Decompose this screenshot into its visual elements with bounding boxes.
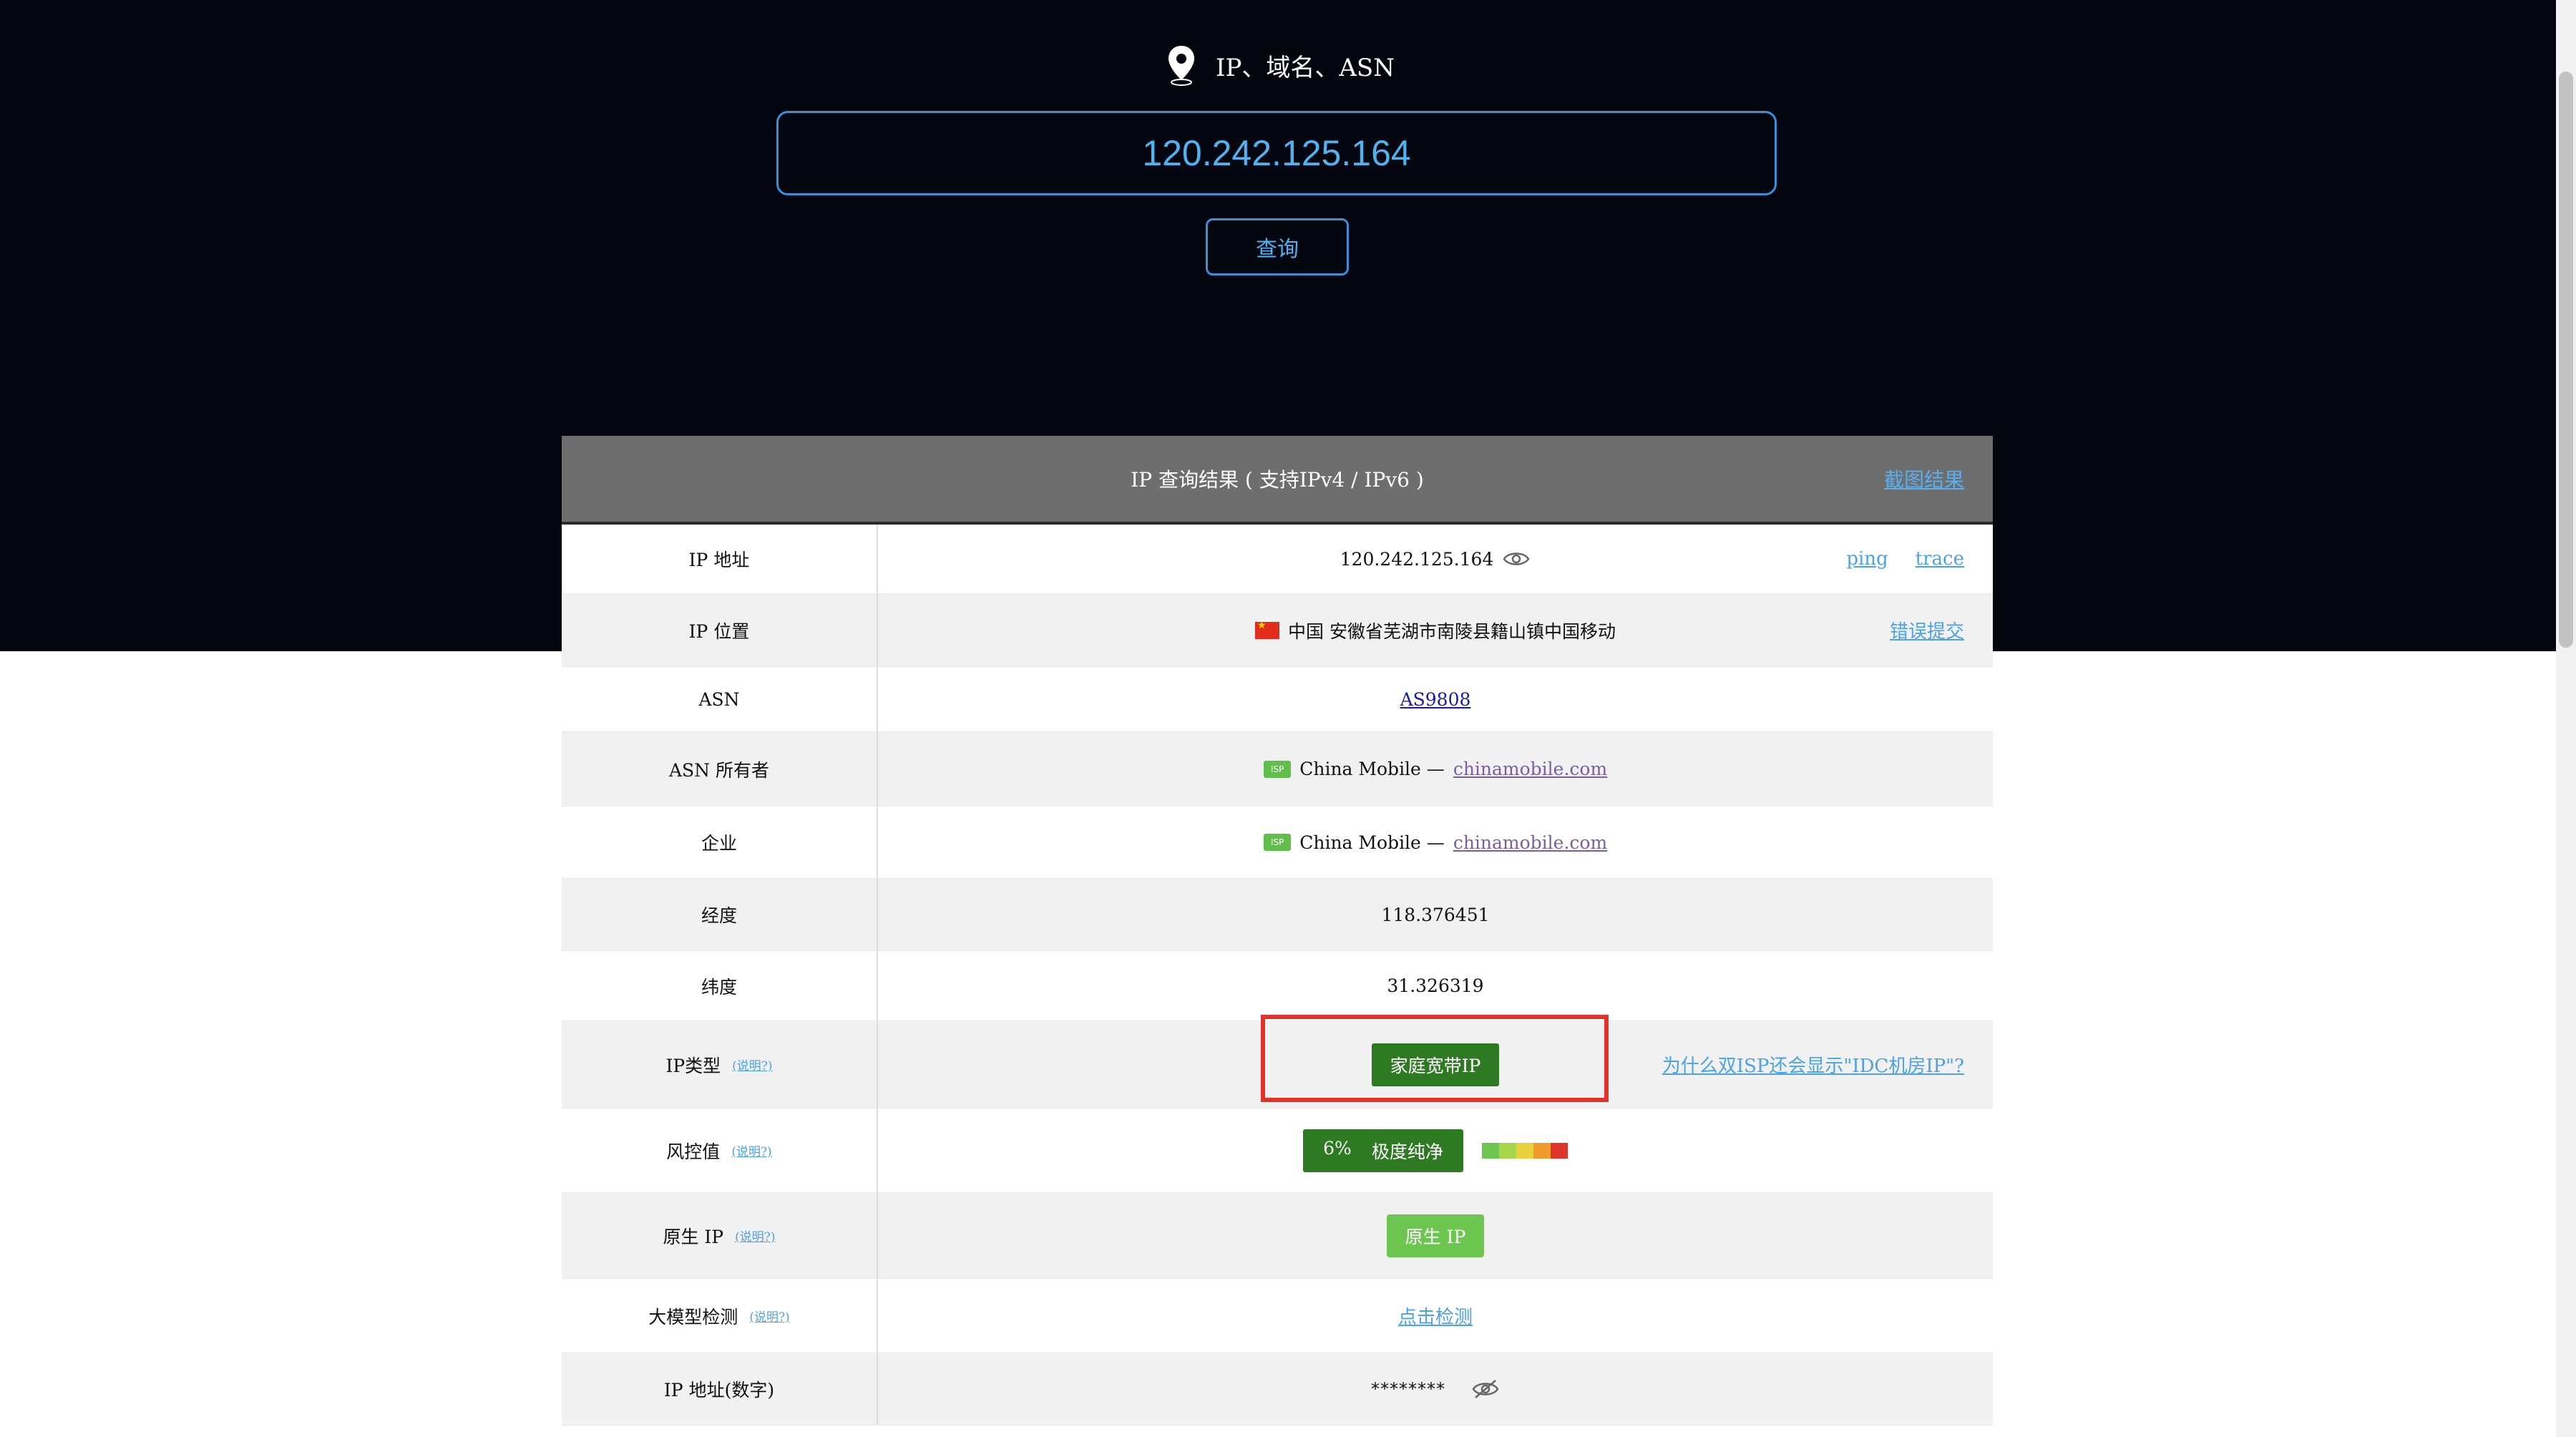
ip-location-value: 中国 安徽省芜湖市南陵县籍山镇中国移动 bbox=[1288, 620, 1616, 642]
table-row-latitude: 纬度 31.326319 bbox=[562, 951, 1993, 1021]
risk-scale-segment bbox=[1481, 1142, 1499, 1159]
ip-address-value: 120.242.125.164 bbox=[1340, 548, 1494, 570]
row-label: 纬度 bbox=[562, 951, 878, 1020]
location-tools: 错误提交 bbox=[1890, 594, 1964, 666]
row-value: ISP China Mobile — chinamobile.com bbox=[878, 807, 1993, 878]
row-value: 31.326319 bbox=[878, 951, 1993, 1020]
table-row-ip-location: IP 位置 中国 安徽省芜湖市南陵县籍山镇中国移动 错误提交 bbox=[562, 594, 1993, 667]
row-label: IP 地址 bbox=[562, 525, 878, 593]
dual-isp-explain-link[interactable]: 为什么双ISP还会显示"IDC机房IP"? bbox=[1662, 1051, 1964, 1078]
query-button[interactable]: 查询 bbox=[1206, 218, 1349, 276]
trace-link[interactable]: trace bbox=[1916, 548, 1964, 570]
risk-scale-segment bbox=[1498, 1142, 1516, 1159]
llm-check-link[interactable]: 点击检测 bbox=[1398, 1302, 1473, 1329]
row-value: 120.242.125.164 ping trace bbox=[878, 525, 1993, 593]
isp-badge: ISP bbox=[1263, 834, 1292, 851]
asn-owner-domain-link[interactable]: chinamobile.com bbox=[1453, 759, 1607, 779]
risk-level: 极度纯净 bbox=[1371, 1141, 1443, 1162]
llm-check-label: 大模型检测 bbox=[648, 1306, 738, 1328]
row-label: IP类型 (说明?) bbox=[562, 1021, 878, 1108]
row-label: 经度 bbox=[562, 879, 878, 950]
risk-scale-segment bbox=[1533, 1142, 1551, 1159]
row-value: 家庭宽带IP 为什么双ISP还会显示"IDC机房IP"? bbox=[878, 1021, 1993, 1108]
ip-type-label: IP类型 bbox=[665, 1055, 721, 1076]
table-row-risk: 风控值 (说明?) 6% 极度纯净 bbox=[562, 1109, 1993, 1193]
row-label: ASN 所有者 bbox=[562, 732, 878, 806]
risk-help-link[interactable]: (说明?) bbox=[731, 1141, 771, 1159]
ping-link[interactable]: ping bbox=[1846, 548, 1888, 570]
llm-check-help-link[interactable]: (说明?) bbox=[749, 1307, 789, 1325]
row-value: ******** bbox=[878, 1353, 1993, 1425]
ip-tools: ping trace bbox=[1846, 525, 1964, 593]
table-row-native-ip: 原生 IP (说明?) 原生 IP bbox=[562, 1193, 1993, 1279]
enterprise-domain-link[interactable]: chinamobile.com bbox=[1453, 832, 1607, 853]
search-input[interactable] bbox=[776, 111, 1777, 195]
risk-scale-segment bbox=[1550, 1142, 1568, 1159]
table-row-ip-type: IP类型 (说明?) 家庭宽带IP 为什么双ISP还会显示"IDC机房IP"? bbox=[562, 1021, 1993, 1109]
search-label: IP、域名、ASN bbox=[0, 44, 2560, 86]
table-row-longitude: 经度 118.376451 bbox=[562, 879, 1993, 951]
ip-type-help-link[interactable]: (说明?) bbox=[732, 1056, 772, 1073]
row-label: 原生 IP (说明?) bbox=[562, 1193, 878, 1278]
result-title: IP 查询结果 ( 支持IPv4 / IPv6 ) bbox=[1131, 468, 1424, 492]
ip-type-tools: 为什么双ISP还会显示"IDC机房IP"? bbox=[1662, 1021, 1964, 1108]
row-value: 点击检测 bbox=[878, 1279, 1993, 1353]
scrollbar-thumb[interactable] bbox=[2559, 72, 2573, 648]
table-row-ip-numeric: IP 地址(数字) ******** bbox=[562, 1353, 1993, 1426]
row-label: 大模型检测 (说明?) bbox=[562, 1279, 878, 1353]
asn-owner-name: China Mobile — bbox=[1299, 759, 1445, 779]
risk-score: 6% bbox=[1323, 1137, 1352, 1159]
china-flag-icon bbox=[1255, 620, 1280, 639]
result-header: IP 查询结果 ( 支持IPv4 / IPv6 ) 截图结果 bbox=[562, 436, 1993, 525]
isp-badge: ISP bbox=[1263, 760, 1292, 778]
result-panel: IP 查询结果 ( 支持IPv4 / IPv6 ) 截图结果 IP 地址 120… bbox=[562, 436, 1993, 1426]
screenshot-result-link[interactable]: 截图结果 bbox=[1884, 464, 1964, 493]
native-ip-badge: 原生 IP bbox=[1386, 1214, 1485, 1257]
eye-icon[interactable] bbox=[1502, 549, 1531, 569]
row-label: IP 地址(数字) bbox=[562, 1353, 878, 1425]
eye-off-icon[interactable] bbox=[1471, 1379, 1500, 1399]
ip-type-badge: 家庭宽带IP bbox=[1371, 1043, 1500, 1086]
latitude-value: 31.326319 bbox=[1387, 975, 1484, 996]
row-value: 中国 安徽省芜湖市南陵县籍山镇中国移动 错误提交 bbox=[878, 594, 1993, 666]
table-row-asn-owner: ASN 所有者 ISP China Mobile — chinamobile.c… bbox=[562, 732, 1993, 807]
row-value: 118.376451 bbox=[878, 879, 1993, 950]
table-row-llm-check: 大模型检测 (说明?) 点击检测 bbox=[562, 1279, 1993, 1353]
risk-label: 风控值 bbox=[666, 1141, 721, 1162]
longitude-value: 118.376451 bbox=[1381, 904, 1490, 925]
asn-link[interactable]: AS9808 bbox=[1400, 689, 1471, 710]
row-value: 原生 IP bbox=[878, 1193, 1993, 1278]
native-ip-label: 原生 IP bbox=[663, 1226, 724, 1247]
row-label: IP 位置 bbox=[562, 594, 878, 666]
native-ip-help-link[interactable]: (说明?) bbox=[735, 1227, 775, 1244]
risk-badge: 6% 极度纯净 bbox=[1303, 1129, 1463, 1172]
row-value: 6% 极度纯净 bbox=[878, 1109, 1993, 1192]
row-label: 企业 bbox=[562, 807, 878, 878]
ip-numeric-value: ******** bbox=[1371, 1379, 1445, 1399]
row-value: ISP China Mobile — chinamobile.com bbox=[878, 732, 1993, 806]
table-row-ip-address: IP 地址 120.242.125.164 ping trace bbox=[562, 525, 1993, 594]
row-label: ASN bbox=[562, 667, 878, 731]
report-error-link[interactable]: 错误提交 bbox=[1890, 617, 1964, 643]
search-label-text: IP、域名、ASN bbox=[1216, 53, 1395, 82]
table-row-enterprise: 企业 ISP China Mobile — chinamobile.com bbox=[562, 807, 1993, 879]
map-pin-icon bbox=[1169, 46, 1195, 86]
risk-scale-segment bbox=[1516, 1142, 1533, 1159]
table-row-asn: ASN AS9808 bbox=[562, 667, 1993, 732]
row-value: AS9808 bbox=[878, 667, 1993, 731]
row-label: 风控值 (说明?) bbox=[562, 1109, 878, 1192]
enterprise-name: China Mobile — bbox=[1299, 832, 1445, 853]
risk-scale bbox=[1481, 1142, 1568, 1159]
